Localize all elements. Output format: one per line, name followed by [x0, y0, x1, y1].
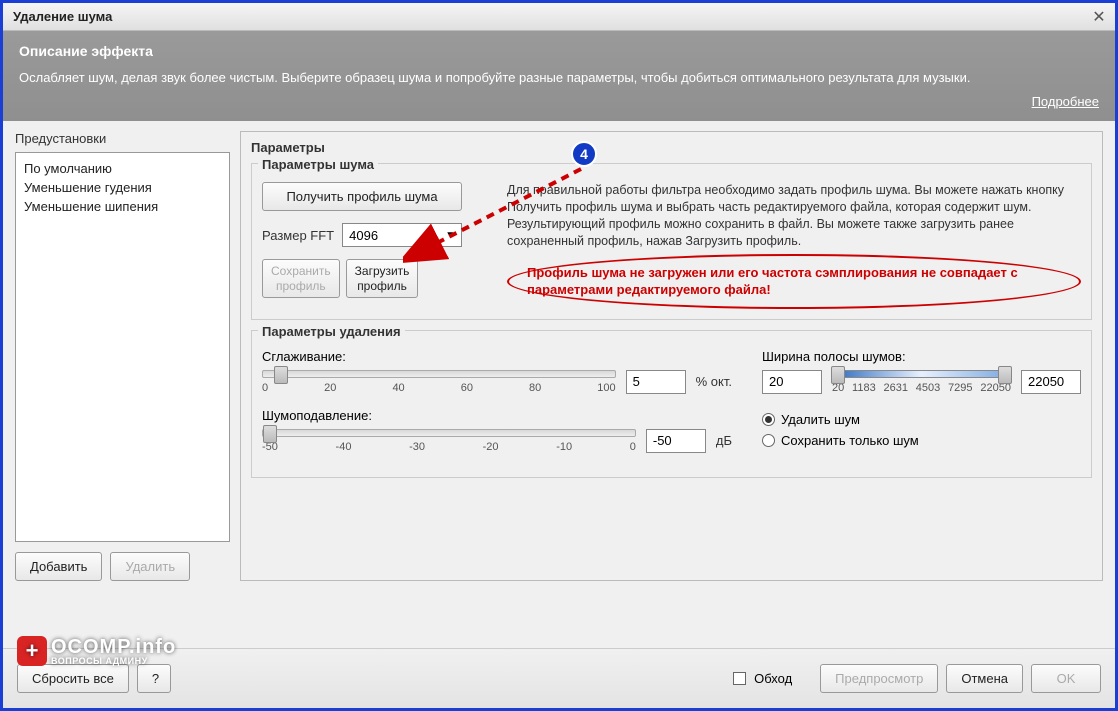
smoothing-unit: % окт. [696, 374, 732, 389]
noise-params-group: Параметры шума Получить профиль шума Раз… [251, 163, 1092, 320]
bandwidth-low-input[interactable] [762, 370, 822, 394]
reduction-input[interactable] [646, 429, 706, 453]
params-panel: Параметры Параметры шума Получить профил… [240, 131, 1103, 581]
description-text: Ослабляет шум, делая звук более чистым. … [19, 69, 1099, 87]
fft-value: 4096 [349, 228, 378, 243]
noise-info-text: Для правильной работы фильтра необходимо… [507, 182, 1081, 250]
chevron-down-icon: ▼ [445, 230, 455, 241]
ok-button[interactable]: OK [1031, 664, 1101, 693]
radio-keep-noise[interactable]: Сохранить только шум [762, 433, 1081, 448]
fft-select[interactable]: 4096 ▼ [342, 223, 462, 247]
bandwidth-label: Ширина полосы шумов: [762, 349, 1081, 364]
bandwidth-slider[interactable] [832, 370, 1011, 378]
plus-icon: + [17, 636, 47, 666]
load-profile-button[interactable]: Загрузить профиль [346, 259, 419, 298]
bypass-label: Обход [754, 671, 792, 686]
removal-params-group: Параметры удаления Сглаживание: [251, 330, 1092, 478]
cancel-button[interactable]: Отмена [946, 664, 1023, 693]
callout-number: 4 [580, 146, 588, 162]
save-profile-button[interactable]: Сохранить профиль [262, 259, 340, 298]
dialog-window: Удаление шума ✕ Описание эффекта Ослабля… [0, 0, 1118, 711]
description-panel: Описание эффекта Ослабляет шум, делая зв… [3, 31, 1115, 121]
callout-badge: 4 [571, 141, 597, 167]
params-label: Параметры [251, 140, 1092, 155]
radio-remove-noise[interactable]: Удалить шум [762, 412, 1081, 427]
radio-remove-label: Удалить шум [781, 412, 860, 427]
smoothing-slider[interactable] [262, 370, 616, 378]
body-area: Предустановки По умолчанию Уменьшение гу… [3, 121, 1115, 581]
remove-preset-button[interactable]: Удалить [110, 552, 190, 581]
radio-keep-label: Сохранить только шум [781, 433, 919, 448]
preview-button[interactable]: Предпросмотр [820, 664, 938, 693]
radio-icon [762, 434, 775, 447]
bandwidth-ticks: 20 1183 2631 4503 7295 22050 [832, 382, 1011, 394]
presets-list[interactable]: По умолчанию Уменьшение гудения Уменьшен… [15, 152, 230, 542]
watermark-sub: ВОПРОСЫ АДМИНУ [51, 657, 176, 666]
description-title: Описание эффекта [19, 43, 1099, 59]
slider-thumb[interactable] [263, 425, 277, 443]
watermark-brand: OCOMP.info [51, 637, 176, 657]
smoothing-ticks: 0 20 40 60 80 100 [262, 382, 616, 394]
removal-params-title: Параметры удаления [258, 324, 405, 339]
reset-button[interactable]: Сбросить все [17, 664, 129, 693]
smoothing-input[interactable] [626, 370, 686, 394]
fft-label: Размер FFT [262, 228, 334, 243]
get-profile-button[interactable]: Получить профиль шума [262, 182, 462, 211]
slider-thumb[interactable] [274, 366, 288, 384]
noise-params-title: Параметры шума [258, 157, 378, 172]
close-icon[interactable]: ✕ [1089, 7, 1109, 27]
add-preset-button[interactable]: Добавить [15, 552, 102, 581]
more-link[interactable]: Подробнее [1032, 94, 1099, 109]
presets-label: Предустановки [15, 131, 230, 146]
bypass-checkbox[interactable] [733, 672, 746, 685]
slider-thumb[interactable] [831, 366, 845, 384]
smoothing-label: Сглаживание: [262, 349, 732, 364]
reduction-label: Шумоподавление: [262, 408, 732, 423]
error-callout: Профиль шума не загружен или его частота… [507, 254, 1081, 309]
watermark: + OCOMP.info ВОПРОСЫ АДМИНУ [17, 636, 176, 666]
list-item[interactable]: По умолчанию [22, 159, 223, 178]
title-bar: Удаление шума ✕ [3, 3, 1115, 31]
reduction-slider[interactable] [262, 429, 636, 437]
list-item[interactable]: Уменьшение гудения [22, 178, 223, 197]
reduction-ticks: -50 -40 -30 -20 -10 0 [262, 441, 636, 453]
help-button[interactable]: ? [137, 664, 171, 693]
list-item[interactable]: Уменьшение шипения [22, 197, 223, 216]
window-title: Удаление шума [13, 9, 112, 24]
radio-icon [762, 413, 775, 426]
bandwidth-high-input[interactable] [1021, 370, 1081, 394]
error-text: Профиль шума не загружен или его частота… [527, 264, 1061, 299]
presets-panel: Предустановки По умолчанию Уменьшение гу… [15, 131, 230, 581]
reduction-unit: дБ [716, 433, 732, 448]
slider-thumb[interactable] [998, 366, 1012, 384]
